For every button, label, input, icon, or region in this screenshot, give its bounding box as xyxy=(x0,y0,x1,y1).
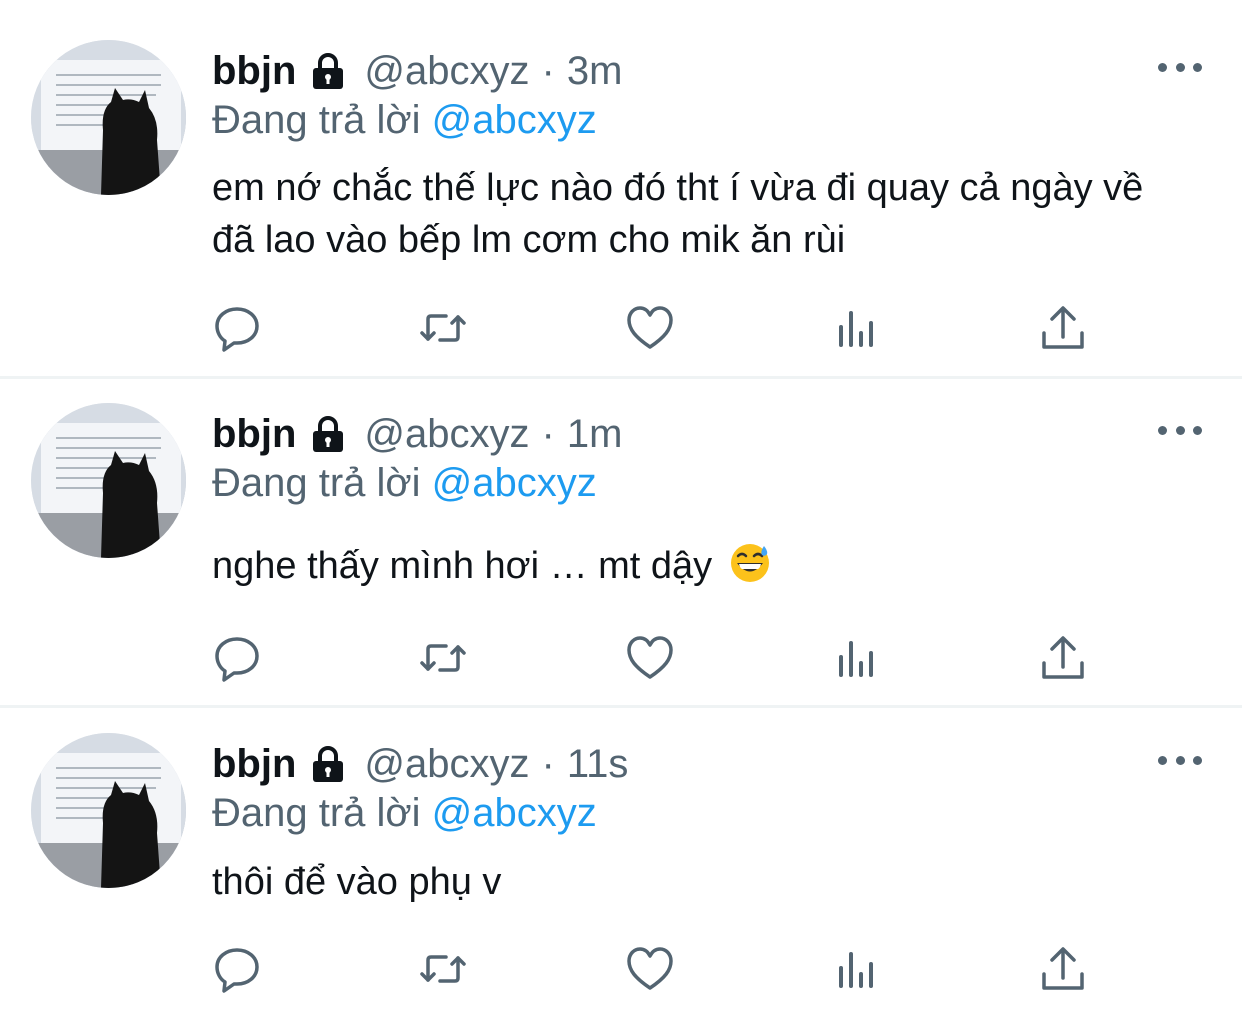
views-icon[interactable] xyxy=(831,944,881,994)
display-name[interactable]: bbjn xyxy=(212,49,296,94)
tweet-text: thôi để vào phụ v xyxy=(212,861,502,903)
tweet-1[interactable]: bbjn @abcxyz · 3m Đang trả lời @abcxyz e… xyxy=(0,0,1242,377)
like-icon[interactable] xyxy=(625,303,675,353)
retweet-icon[interactable] xyxy=(418,633,468,683)
replying-to-mention[interactable]: @abcxyz xyxy=(432,791,597,835)
lock-icon xyxy=(308,414,348,454)
tweet-2[interactable]: bbjn @abcxyz · 1m Đang trả lời @abcxyz n… xyxy=(0,379,1242,706)
separator-dot: · xyxy=(541,411,555,456)
replying-to: Đang trả lời @abcxyz xyxy=(212,98,597,143)
retweet-icon[interactable] xyxy=(418,303,468,353)
tweet-header: bbjn @abcxyz · 3m xyxy=(212,46,622,96)
lock-icon xyxy=(308,51,348,91)
replying-to-mention[interactable]: @abcxyz xyxy=(432,461,597,505)
views-icon[interactable] xyxy=(831,303,881,353)
action-bar xyxy=(212,633,1092,683)
retweet-icon[interactable] xyxy=(418,944,468,994)
tweet-header: bbjn @abcxyz · 11s xyxy=(212,739,628,789)
avatar[interactable] xyxy=(31,40,186,195)
tweet-3[interactable]: bbjn @abcxyz · 11s Đang trả lời @abcxyz … xyxy=(0,708,1242,1010)
replying-to-label: Đang trả lời xyxy=(212,98,421,142)
replying-to: Đang trả lời @abcxyz xyxy=(212,791,597,836)
display-name[interactable]: bbjn xyxy=(212,412,296,457)
avatar[interactable] xyxy=(31,403,186,558)
tweet-text-content: nghe thấy mình hơi … mt dậy xyxy=(212,545,713,587)
separator-dot: · xyxy=(541,741,555,786)
timestamp[interactable]: 3m xyxy=(567,49,623,94)
timestamp[interactable]: 11s xyxy=(567,742,629,787)
user-handle[interactable]: @abcxyz xyxy=(364,412,529,457)
share-icon[interactable] xyxy=(1038,633,1088,683)
avatar[interactable] xyxy=(31,733,186,888)
share-icon[interactable] xyxy=(1038,303,1088,353)
grinning-face-with-sweat-icon xyxy=(729,542,771,584)
share-icon[interactable] xyxy=(1038,944,1088,994)
reply-icon[interactable] xyxy=(212,633,262,683)
more-icon[interactable] xyxy=(1158,57,1202,77)
reply-icon[interactable] xyxy=(212,944,262,994)
like-icon[interactable] xyxy=(625,944,675,994)
replying-to-mention[interactable]: @abcxyz xyxy=(432,98,597,142)
reply-icon[interactable] xyxy=(212,303,262,353)
tweet-text: em nớ chắc thế lực nào đó tht í vừa đi q… xyxy=(212,167,1144,261)
replying-to: Đang trả lời @abcxyz xyxy=(212,461,597,506)
action-bar xyxy=(212,303,1092,353)
timestamp[interactable]: 1m xyxy=(567,412,623,457)
separator-dot: · xyxy=(541,48,555,93)
more-icon[interactable] xyxy=(1158,750,1202,770)
views-icon[interactable] xyxy=(831,633,881,683)
user-handle[interactable]: @abcxyz xyxy=(364,742,529,787)
action-bar xyxy=(212,944,1092,994)
replying-to-label: Đang trả lời xyxy=(212,461,421,505)
like-icon[interactable] xyxy=(625,633,675,683)
tweet-text: nghe thấy mình hơi … mt dậy xyxy=(212,540,1172,592)
more-icon[interactable] xyxy=(1158,420,1202,440)
user-handle[interactable]: @abcxyz xyxy=(364,49,529,94)
replying-to-label: Đang trả lời xyxy=(212,791,421,835)
tweet-header: bbjn @abcxyz · 1m xyxy=(212,409,622,459)
lock-icon xyxy=(308,744,348,784)
display-name[interactable]: bbjn xyxy=(212,742,296,787)
